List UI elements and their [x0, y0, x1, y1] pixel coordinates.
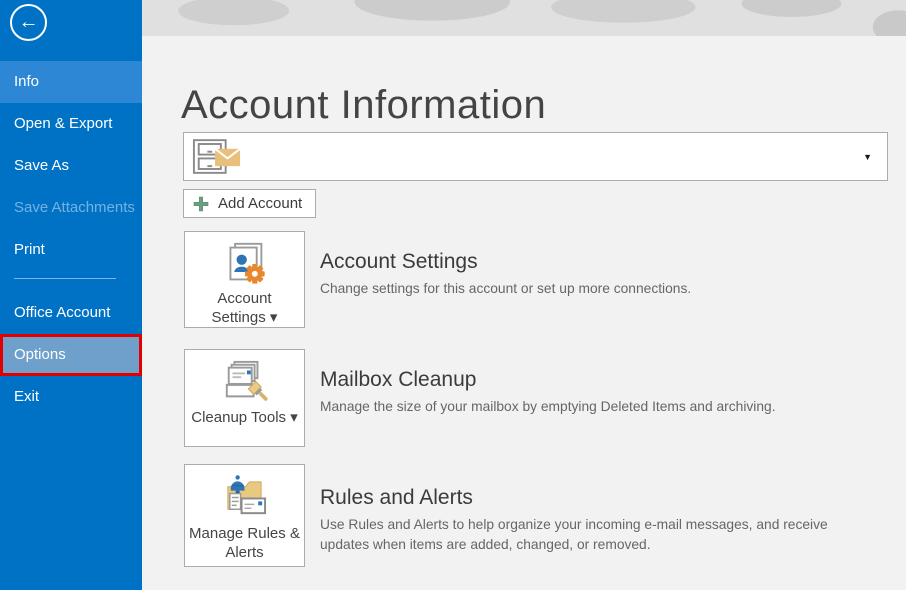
add-account-button[interactable]: Add Account [183, 189, 316, 218]
account-settings-heading: Account Settings [320, 250, 478, 274]
button-label-text: Account Settings [212, 290, 272, 326]
chevron-down-icon: ▾ [290, 409, 298, 426]
manage-rules-alerts-button-label: Manage Rules & Alerts [185, 524, 304, 562]
add-account-label: Add Account [218, 195, 302, 212]
sidebar-item-exit[interactable]: Exit [0, 376, 142, 418]
back-arrow-icon: ← [19, 11, 39, 34]
account-settings-button[interactable]: Account Settings ▾ [184, 231, 305, 328]
cleanup-tools-icon [222, 359, 268, 405]
mailbox-cleanup-heading: Mailbox Cleanup [320, 368, 476, 392]
cleanup-tools-button-label: Cleanup Tools ▾ [187, 408, 302, 427]
dropdown-arrow-icon: ▼ [863, 152, 872, 162]
sidebar-item-open-export[interactable]: Open & Export [0, 103, 142, 145]
sidebar-item-save-attachments: Save Attachments [0, 187, 142, 229]
account-settings-icon [221, 241, 268, 286]
button-label-text: Manage Rules & Alerts [189, 525, 300, 561]
backstage-sidebar: ← Info Open & Export Save As Save Attach… [0, 0, 142, 590]
sidebar-item-info[interactable]: Info [0, 61, 142, 103]
page-title: Account Information [181, 83, 546, 128]
sidebar-item-save-as[interactable]: Save As [0, 145, 142, 187]
mailbox-cleanup-description: Manage the size of your mailbox by empty… [320, 397, 880, 417]
account-settings-description: Change settings for this account or set … [320, 279, 880, 299]
sidebar-divider [14, 278, 116, 279]
chevron-down-icon: ▾ [270, 309, 278, 326]
sidebar-item-office-account[interactable]: Office Account [0, 292, 142, 334]
account-settings-button-label: Account Settings ▾ [185, 289, 304, 327]
rules-and-alerts-description: Use Rules and Alerts to help organize yo… [320, 515, 880, 555]
sidebar-item-options[interactable]: Options [0, 334, 142, 376]
back-button[interactable]: ← [10, 4, 47, 41]
manage-rules-alerts-button[interactable]: Manage Rules & Alerts [184, 464, 305, 567]
account-selector-dropdown[interactable]: ▼ [183, 132, 888, 181]
rules-and-alerts-heading: Rules and Alerts [320, 486, 473, 510]
sidebar-item-print[interactable]: Print [0, 229, 142, 271]
mail-account-icon [192, 138, 242, 175]
outlook-backstage-view: ← Info Open & Export Save As Save Attach… [0, 0, 906, 590]
cleanup-tools-button[interactable]: Cleanup Tools ▾ [184, 349, 305, 447]
button-label-text: Cleanup Tools [191, 409, 286, 426]
sidebar-nav: Info Open & Export Save As Save Attachme… [0, 61, 142, 418]
background-texture [142, 0, 906, 36]
rules-and-alerts-icon [221, 474, 268, 521]
plus-icon [193, 196, 209, 212]
